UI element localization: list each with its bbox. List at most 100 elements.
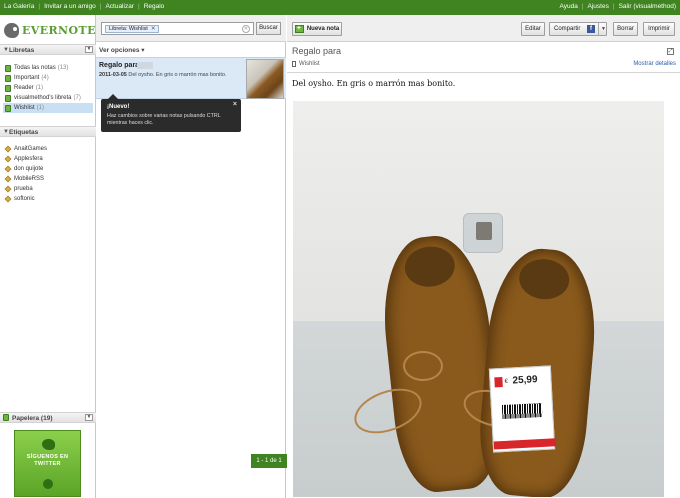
new-feature-tooltip: ¡Nuevo! × Haz cambios sobre varias notas… [101, 94, 241, 132]
price-currency: € [504, 378, 509, 385]
tag-name: MobileRSS [14, 176, 45, 182]
notebook-count: (1) [35, 85, 44, 91]
notebooks-menu-icon[interactable]: ▼ [85, 46, 93, 53]
sidebar: EVERNOTE ▼ Libretas ▼ Todas las notas (1… [0, 15, 96, 498]
divider [287, 72, 680, 73]
notebooks-header[interactable]: ▼ Libretas ▼ [0, 44, 96, 55]
link-gallery[interactable]: La Galería [4, 3, 34, 10]
note-item-text: Del oysho. En gris o marrón mas bonito. [128, 72, 227, 78]
note-item-snippet: 2011-03-05 Del oysho. En gris o marrón m… [99, 72, 244, 79]
logo-text: EVERNOTE [22, 23, 96, 37]
top-links-left: La Galería | Invitar a un amigo | Actual… [4, 3, 165, 10]
notebook-icon [5, 104, 11, 112]
view-options-dropdown[interactable]: Ver opciones ▾ [99, 46, 145, 54]
tag-item[interactable]: don quijote [3, 164, 93, 174]
view-options-label: Ver opciones [99, 47, 140, 54]
notebook-count: (1) [36, 105, 45, 111]
facebook-icon: f [587, 25, 595, 33]
elephant-icon [4, 22, 19, 38]
link-upgrade[interactable]: Actualizar [105, 3, 134, 10]
note-title[interactable]: Regalo para [292, 46, 341, 56]
trash-header[interactable]: Papelera (19) ▼ [0, 412, 96, 423]
notebook-count: (13) [57, 65, 69, 71]
notebook-filter-chip[interactable]: Libreta: Wishlist ✕ [105, 25, 160, 33]
tag-icon [4, 195, 12, 203]
notebook-count: (7) [73, 95, 81, 101]
tags-header[interactable]: ▼ Etiquetas [0, 126, 96, 137]
twitter-badge-icon [43, 479, 53, 489]
search-bar: Libreta: Wishlist ✕ ✕ Buscar [96, 15, 286, 42]
redacted-text [137, 62, 153, 69]
note-notebook-name: Wishlist [299, 61, 320, 67]
photo-price-tag: € 25,99 [488, 365, 556, 453]
notebook-item-reader[interactable]: Reader (1) [3, 83, 93, 93]
notebook-item-important[interactable]: Important (4) [3, 73, 93, 83]
twitter-bird-icon [42, 439, 55, 450]
price-value: 25,99 [512, 374, 538, 387]
note-thumbnail [246, 59, 284, 99]
tag-item[interactable]: AnaitGames [3, 144, 93, 154]
note-notebook[interactable]: Wishlist [292, 61, 320, 67]
edit-button[interactable]: Editar [521, 22, 545, 36]
tag-item[interactable]: softonic [3, 194, 93, 204]
link-invite-friend[interactable]: Invitar a un amigo [44, 3, 96, 10]
tag-list: AnaitGames Applesfera don quijote Mobile… [3, 144, 93, 204]
notebook-icon [5, 64, 11, 72]
delete-button[interactable]: Borrar [613, 22, 638, 36]
store-logo [494, 376, 503, 388]
notes-list-panel: Libreta: Wishlist ✕ ✕ Buscar Ver opcione… [96, 15, 287, 498]
trash-menu-icon[interactable]: ▼ [85, 414, 93, 421]
note-toolbar: Nueva nota Editar Compartir f ▼ Borrar I… [287, 15, 680, 42]
note-image-shoes: € 25,99 [293, 101, 664, 497]
note-body-text[interactable]: Del oysho. En gris o marrón mas bonito. [292, 79, 455, 88]
tag-name: prueba [14, 186, 33, 192]
barcode [501, 402, 543, 420]
new-note-button[interactable]: Nueva nota [292, 22, 342, 36]
search-button[interactable]: Buscar [256, 22, 281, 35]
link-help[interactable]: Ayuda [560, 3, 578, 10]
close-icon[interactable]: × [233, 101, 237, 108]
tag-item[interactable]: prueba [3, 184, 93, 194]
share-label: Compartir [554, 26, 581, 32]
show-details-link[interactable]: Mostrar detalles [633, 61, 676, 67]
twitter-follow-banner[interactable]: SÍGUENOS EN TWITTER [14, 430, 81, 497]
tag-icon [4, 165, 12, 173]
trash-icon [3, 414, 9, 421]
chevron-down-icon[interactable]: ▼ [598, 23, 608, 35]
tags-header-label: Etiquetas [9, 128, 39, 136]
notebook-icon [5, 74, 11, 82]
notebook-name: visualmethod's libreta [14, 95, 72, 101]
tag-item[interactable]: MobileRSS [3, 174, 93, 184]
tag-name: softonic [14, 196, 35, 202]
notebook-item-all-notes[interactable]: Todas las notas (13) [3, 63, 93, 73]
notebook-item-visualmethod[interactable]: visualmethod's libreta (7) [3, 93, 93, 103]
notebook-icon [5, 94, 11, 102]
tag-item[interactable]: Applesfera [3, 154, 93, 164]
notebook-name: Todas las notas [14, 65, 56, 71]
expand-icon[interactable]: ⤢ [667, 48, 674, 55]
search-input[interactable]: Libreta: Wishlist ✕ ✕ [101, 22, 254, 35]
link-settings[interactable]: Ajustes [588, 3, 609, 10]
note-view-panel: Nueva nota Editar Compartir f ▼ Borrar I… [287, 15, 680, 498]
clear-search-icon[interactable]: ✕ [242, 25, 250, 33]
tag-name: AnaitGames [14, 146, 48, 152]
share-button[interactable]: Compartir f ▼ [549, 22, 607, 36]
trash-count: (19) [40, 414, 53, 422]
remove-filter-icon[interactable]: ✕ [151, 26, 156, 32]
link-logout[interactable]: Salir (visualmethod) [619, 3, 676, 10]
note-list-item[interactable]: Regalo para 2011-03-05 Del oysho. En gri… [96, 57, 286, 99]
print-button[interactable]: Imprimir [643, 22, 675, 36]
notebook-name: Wishlist [14, 105, 35, 111]
tag-name: Applesfera [14, 156, 43, 162]
note-item-title: Regalo para [99, 62, 140, 69]
notebook-icon [292, 61, 296, 67]
notebook-item-wishlist[interactable]: Wishlist (1) [3, 103, 93, 113]
note-item-date: 2011-03-05 [99, 72, 127, 78]
evernote-logo[interactable]: EVERNOTE [4, 21, 96, 39]
chevron-down-icon: ▾ [141, 47, 145, 54]
pagination-count: 1 - 1 de 1 [251, 454, 287, 468]
link-gift[interactable]: Regalo [144, 3, 165, 10]
new-note-label: Nueva nota [306, 26, 340, 32]
tag-icon [4, 145, 12, 153]
notebook-count: (4) [41, 75, 49, 81]
